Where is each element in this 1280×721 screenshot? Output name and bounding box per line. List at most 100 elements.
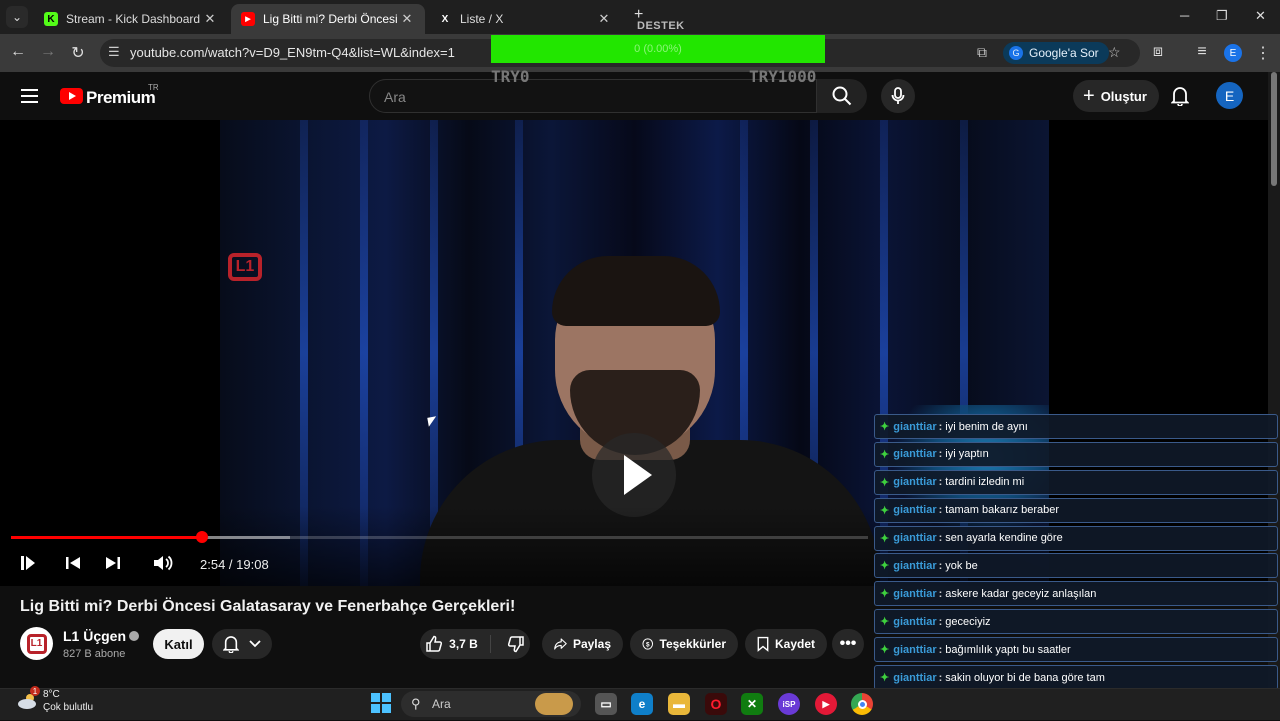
volume-button[interactable]	[151, 554, 175, 572]
chat-badge-icon: ✦	[880, 448, 890, 461]
premium-label[interactable]: Premium	[86, 88, 156, 108]
channel-name[interactable]: L1 Üçgen	[63, 628, 140, 644]
volume-icon	[154, 555, 173, 571]
bookmark-icon	[757, 636, 769, 652]
tab-search-icon[interactable]: ⌄	[6, 6, 28, 28]
more-actions-button[interactable]: •••	[832, 629, 864, 659]
menu-icon[interactable]	[21, 89, 38, 107]
time-display: 2:54 / 19:08	[200, 557, 269, 572]
like-button[interactable]: 3,7 B	[425, 635, 491, 653]
dislike-button[interactable]	[497, 635, 525, 653]
maximize-icon[interactable]: ❐	[1216, 8, 1228, 24]
join-button[interactable]: Katıl	[153, 629, 204, 659]
subscription-bell-button[interactable]	[212, 629, 272, 659]
xbox-icon[interactable]: ✕	[741, 693, 763, 715]
youtube-logo-icon[interactable]	[60, 88, 83, 104]
thanks-label: Teşekkürler	[659, 637, 727, 651]
video-title: Lig Bitti mi? Derbi Öncesi Galatasaray v…	[20, 598, 516, 615]
windows-taskbar: 1 8°C Çok bulutlu ⚲ Ara ▭ e ▬ O ✕ iSP ▶	[0, 686, 1280, 720]
chrome-icon[interactable]	[851, 693, 873, 715]
file-explorer-icon[interactable]: ▬	[668, 693, 690, 715]
chat-separator: :	[938, 476, 943, 489]
chat-badge-icon: ✦	[880, 672, 890, 685]
donation-title: DESTEK	[637, 20, 685, 32]
chat-username: gianttiar	[893, 643, 937, 656]
chat-message: ✦ gianttiar: tardini izledin mi	[874, 469, 1278, 495]
share-button[interactable]: Paylaş	[542, 629, 623, 659]
start-button[interactable]	[371, 693, 391, 713]
chat-message: ✦ gianttiar: gececiyiz	[874, 609, 1278, 635]
play-overlay-button[interactable]	[592, 433, 676, 517]
chat-badge-icon: ✦	[880, 476, 890, 489]
channel-name-text: L1 Üçgen	[63, 628, 127, 644]
scrollbar-thumb[interactable]	[1271, 72, 1277, 186]
channel-avatar[interactable]: L1	[20, 627, 53, 660]
url-text[interactable]: youtube.com/watch?v=D9_EN9tm-Q4&list=WL&…	[130, 45, 455, 60]
chat-separator: :	[938, 559, 943, 572]
tab-x-list[interactable]: X Liste / X ✕	[428, 4, 622, 34]
tab-title: Liste / X	[460, 12, 504, 26]
notifications-bell-icon[interactable]	[1171, 86, 1189, 106]
save-label: Kaydet	[774, 637, 815, 651]
kick-icon: K	[44, 12, 58, 26]
donation-max-label: TRY1000	[749, 67, 817, 86]
search-placeholder: Ara	[384, 89, 406, 105]
weather-description: Çok bulutlu	[43, 702, 94, 713]
task-view-icon[interactable]: ▭	[595, 693, 617, 715]
close-icon[interactable]: ✕	[399, 11, 415, 27]
extensions-icon[interactable]: ⧈	[1148, 43, 1168, 61]
region-code: TR	[148, 83, 159, 92]
tab-youtube-video[interactable]: ▶ Lig Bitti mi? Derbi Öncesi Galata ✕	[231, 4, 425, 34]
previous-button[interactable]	[62, 554, 84, 572]
save-button[interactable]: Kaydet	[745, 629, 827, 659]
close-icon[interactable]: ✕	[596, 11, 612, 27]
chat-username: gianttiar	[893, 615, 937, 628]
create-button[interactable]: + Oluştur	[1073, 80, 1159, 112]
search-highlight-icon	[535, 693, 573, 715]
media-controls-icon[interactable]: ≡	[1192, 43, 1212, 61]
install-app-icon[interactable]: ⧉	[977, 44, 987, 61]
taskbar-search[interactable]: ⚲ Ara	[401, 691, 581, 717]
chat-message: ✦ gianttiar: tamam bakarız beraber	[874, 497, 1278, 523]
reload-icon[interactable]: ↻	[68, 43, 88, 63]
dislike-icon	[507, 636, 524, 653]
chat-message: ✦ gianttiar: askere kadar geceyiz anlaşıla…	[874, 581, 1278, 607]
play-pause-button[interactable]	[18, 554, 38, 572]
close-icon[interactable]: ✕	[202, 11, 218, 27]
browser-menu-icon[interactable]: ⋮	[1253, 43, 1273, 63]
bookmark-star-icon[interactable]: ☆	[1108, 44, 1121, 61]
opera-icon[interactable]: O	[705, 693, 727, 715]
window-close-icon[interactable]: ✕	[1255, 8, 1266, 24]
search-button[interactable]	[817, 79, 867, 113]
back-icon[interactable]: ←	[8, 43, 28, 61]
subscriber-count: 827 B abone	[63, 648, 126, 660]
site-info-icon[interactable]: ☰	[108, 44, 120, 60]
isp-app-icon[interactable]: iSP	[778, 693, 800, 715]
edge-icon[interactable]: e	[631, 693, 653, 715]
chat-separator: :	[938, 671, 943, 684]
media-player-icon[interactable]: ▶	[815, 693, 837, 715]
tab-kick-dashboard[interactable]: K Stream - Kick Dashboard ✕	[34, 4, 228, 34]
chevron-down-icon	[249, 640, 261, 648]
minimize-icon[interactable]: ─	[1180, 8, 1189, 23]
weather-badge: 1	[30, 686, 40, 696]
ask-google-button[interactable]: G Google'a Sor	[1003, 42, 1109, 64]
verified-icon	[129, 631, 140, 641]
chat-separator: :	[938, 420, 943, 433]
channel-watermark: L1	[228, 253, 262, 281]
google-lens-icon: G	[1009, 46, 1023, 60]
thanks-button[interactable]: $ Teşekkürler	[630, 629, 738, 659]
progress-scrubber[interactable]	[195, 531, 208, 543]
chat-message: ✦ gianttiar: sakin oluyor bi de bana göre …	[874, 665, 1278, 691]
forward-icon[interactable]: →	[38, 43, 58, 61]
next-button[interactable]	[102, 554, 124, 572]
voice-search-button[interactable]	[881, 79, 915, 113]
chat-username: gianttiar	[893, 532, 937, 545]
browser-profile-avatar[interactable]: E	[1224, 44, 1242, 62]
presenter-hair	[552, 256, 720, 326]
like-count: 3,7 B	[449, 637, 478, 651]
account-avatar[interactable]: E	[1216, 82, 1243, 109]
chat-username: gianttiar	[893, 587, 937, 600]
tab-title: Lig Bitti mi? Derbi Öncesi Galata	[263, 12, 399, 26]
progress-bar[interactable]	[11, 531, 868, 543]
